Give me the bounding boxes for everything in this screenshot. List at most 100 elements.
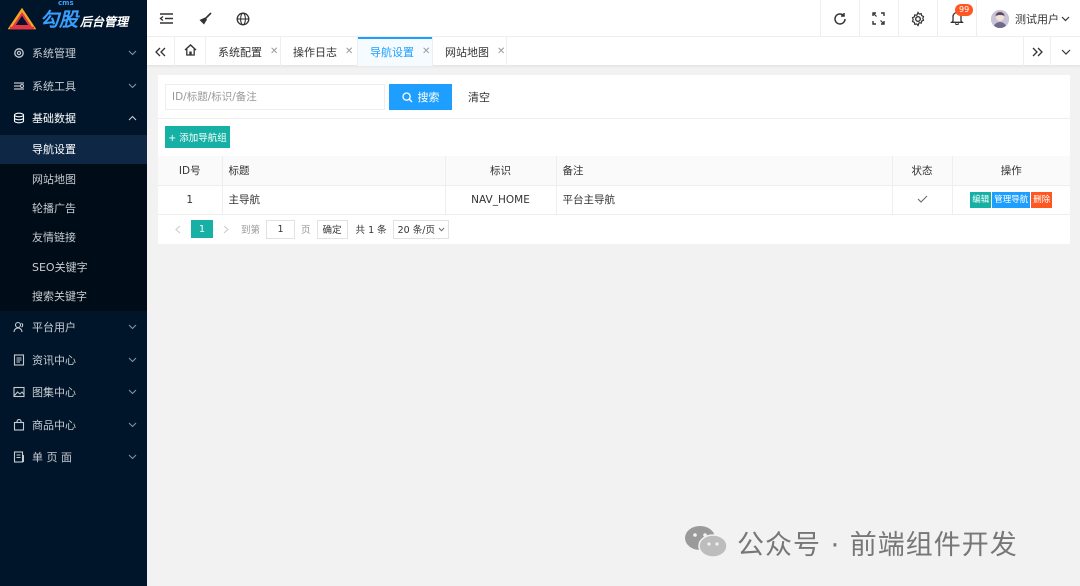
nav-table: ID号 标题 标识 备注 状态 操作 1 主导航 NAV_HOME 平台主导航 … bbox=[158, 156, 1070, 215]
chevron-down-icon bbox=[127, 81, 137, 91]
cell-title: 主导航 bbox=[222, 185, 446, 215]
chevron-down-icon bbox=[438, 227, 445, 232]
goto-confirm-button[interactable]: 确定 bbox=[316, 219, 348, 239]
database-icon bbox=[12, 111, 26, 125]
user-menu[interactable]: 测试用户 bbox=[991, 0, 1070, 37]
tab-label: 网站地图 bbox=[445, 45, 489, 59]
column-header-status[interactable]: 状态 bbox=[892, 156, 953, 186]
cell-id: 1 bbox=[158, 185, 223, 215]
document-icon bbox=[12, 353, 26, 367]
sidebar-item-product-center[interactable]: 商品中心 bbox=[0, 408, 147, 441]
tab-nav-settings[interactable]: 导航设置 ✕ bbox=[358, 37, 433, 66]
avatar bbox=[991, 9, 1009, 28]
page-size-value: 20 条/页 bbox=[397, 225, 435, 236]
tabs-scroll-right-icon[interactable] bbox=[1023, 37, 1051, 66]
chevron-down-icon bbox=[127, 355, 137, 365]
page-icon bbox=[12, 450, 26, 464]
goto-prefix: 到第 bbox=[241, 225, 261, 236]
goto-page-input[interactable]: 1 bbox=[266, 219, 296, 239]
sidebar-item-system-management[interactable]: 系统管理 bbox=[0, 37, 147, 70]
edit-button[interactable]: 编辑 bbox=[970, 191, 992, 208]
table-row: 1 主导航 NAV_HOME 平台主导航 编辑 管理导航 删除 bbox=[158, 185, 1070, 215]
manage-nav-button[interactable]: 管理导航 bbox=[992, 191, 1031, 208]
chevron-up-icon bbox=[127, 113, 137, 123]
logo-mark-icon bbox=[7, 7, 37, 30]
sidebar-item-single-page[interactable]: 单 页 面 bbox=[0, 441, 147, 474]
sidebar-subitem-carousel-ads[interactable]: 轮播广告 bbox=[0, 193, 147, 222]
image-icon bbox=[12, 385, 26, 399]
toolbar-divider bbox=[158, 118, 1070, 119]
chevron-down-icon bbox=[127, 322, 137, 332]
sidebar-item-system-tools[interactable]: 系统工具 bbox=[0, 70, 147, 103]
logo-sub-text: 后台管理 bbox=[80, 15, 129, 29]
tab-system-config[interactable]: 系统配置 ✕ bbox=[206, 37, 281, 66]
tab-operation-log[interactable]: 操作日志 ✕ bbox=[281, 37, 358, 66]
users-icon bbox=[12, 320, 26, 334]
cell-status bbox=[892, 185, 953, 215]
topbar: 99 测试用户 bbox=[147, 0, 1080, 37]
column-header-id[interactable]: ID号 bbox=[158, 156, 223, 186]
sidebar-subitem-friend-links[interactable]: 友情链接 bbox=[0, 223, 147, 252]
chevron-down-icon bbox=[127, 452, 137, 462]
close-icon[interactable]: ✕ bbox=[270, 46, 278, 57]
sidebar-subitem-nav-settings[interactable]: 导航设置 bbox=[0, 134, 147, 164]
tools-icon bbox=[12, 79, 26, 93]
tab-label: 系统配置 bbox=[218, 45, 262, 59]
cell-key: NAV_HOME bbox=[445, 185, 557, 215]
user-name: 测试用户 bbox=[1015, 12, 1059, 26]
broom-icon[interactable] bbox=[194, 0, 216, 37]
sidebar-item-label: 资讯中心 bbox=[32, 353, 76, 367]
shopping-bag-icon bbox=[12, 418, 26, 432]
check-icon bbox=[917, 194, 928, 206]
sidebar-subitem-seo-keywords[interactable]: SEO关键字 bbox=[0, 252, 147, 281]
logo[interactable]: cms 勾股 后台管理 bbox=[0, 0, 147, 37]
logo-main-text: 勾股 bbox=[40, 9, 79, 31]
sidebar-item-gallery-center[interactable]: 图集中心 bbox=[0, 376, 147, 409]
tabs-menu-chevron-down-icon[interactable] bbox=[1051, 37, 1080, 66]
next-page-icon[interactable] bbox=[215, 219, 237, 239]
prev-page-icon[interactable] bbox=[167, 219, 189, 239]
table-header-row: ID号 标题 标识 备注 状态 操作 bbox=[158, 156, 1070, 186]
page-size-select[interactable]: 20 条/页 bbox=[392, 219, 449, 239]
sidebar-subitem-search-keywords[interactable]: 搜索关键字 bbox=[0, 281, 147, 310]
search-input[interactable]: ID/标题/标识/备注 bbox=[165, 84, 385, 110]
sidebar-item-label: 平台用户 bbox=[32, 321, 76, 335]
sidebar-item-label: 图集中心 bbox=[32, 386, 76, 400]
cell-actions: 编辑 管理导航 删除 bbox=[952, 185, 1070, 215]
search-button[interactable]: 搜索 bbox=[389, 84, 452, 110]
column-header-remark[interactable]: 备注 bbox=[556, 156, 893, 186]
sidebar-item-platform-users[interactable]: 平台用户 bbox=[0, 311, 147, 344]
chevron-down-icon bbox=[127, 387, 137, 397]
column-header-actions[interactable]: 操作 bbox=[952, 156, 1070, 186]
close-icon[interactable]: ✕ bbox=[422, 46, 430, 57]
tabs-scroll-left-icon[interactable] bbox=[147, 37, 175, 66]
clear-button[interactable]: 清空 bbox=[458, 84, 500, 110]
notifications-button[interactable]: 99 bbox=[937, 0, 976, 37]
column-header-title[interactable]: 标题 bbox=[222, 156, 446, 186]
main-panel: ID/标题/标识/备注 搜索 清空 + 添加导航组 ID号 标题 标识 备注 状… bbox=[158, 75, 1070, 244]
notification-badge: 99 bbox=[955, 4, 974, 16]
page-number-current[interactable]: 1 bbox=[191, 220, 213, 238]
column-header-key[interactable]: 标识 bbox=[445, 156, 557, 186]
sidebar-item-news-center[interactable]: 资讯中心 bbox=[0, 343, 147, 376]
sidebar-item-base-data[interactable]: 基础数据 bbox=[0, 102, 147, 135]
cell-remark: 平台主导航 bbox=[556, 185, 893, 215]
globe-icon[interactable] bbox=[232, 0, 254, 37]
refresh-icon[interactable] bbox=[820, 0, 859, 37]
chevron-down-icon bbox=[1061, 12, 1070, 25]
tab-sitemap[interactable]: 网站地图 ✕ bbox=[433, 37, 507, 66]
close-icon[interactable]: ✕ bbox=[345, 46, 353, 57]
menu-collapse-icon[interactable] bbox=[155, 0, 177, 37]
sidebar-item-label: 系统管理 bbox=[32, 47, 76, 61]
logo-tiny-text: cms bbox=[58, 0, 74, 7]
delete-button[interactable]: 删除 bbox=[1031, 191, 1053, 208]
fullscreen-icon[interactable] bbox=[859, 0, 898, 37]
home-tab[interactable] bbox=[175, 37, 206, 66]
watermark: 公众号 · 前端组件开发 bbox=[683, 521, 1018, 563]
page-tabs: 系统配置 ✕ 操作日志 ✕ 导航设置 ✕ 网站地图 ✕ bbox=[147, 37, 1080, 66]
add-nav-group-button[interactable]: + 添加导航组 bbox=[165, 126, 230, 148]
sidebar-subitem-sitemap[interactable]: 网站地图 bbox=[0, 164, 147, 193]
settings-icon[interactable] bbox=[898, 0, 937, 37]
close-icon[interactable]: ✕ bbox=[497, 46, 505, 57]
wechat-icon bbox=[683, 524, 729, 560]
